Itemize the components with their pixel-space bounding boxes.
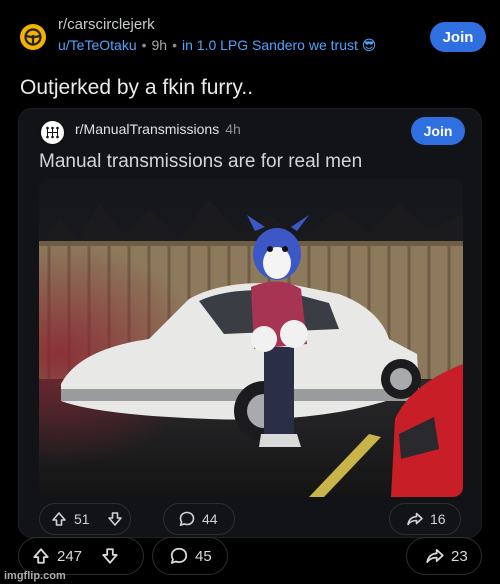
crosspost-card[interactable]: r/ManualTransmissions 4h Join Manual tran… — [18, 108, 482, 538]
post-title[interactable]: Outjerked by a fkin furry.. — [20, 76, 253, 100]
watermark: imgflip.com — [4, 570, 66, 582]
crosspost-actions: 51 44 16 — [39, 503, 461, 535]
steering-wheel-icon[interactable] — [20, 24, 46, 50]
crosspost-share-count: 16 — [430, 511, 446, 527]
meta-separator: • — [141, 37, 147, 53]
crosspost-time: 4h — [225, 121, 241, 137]
share-icon — [400, 510, 430, 528]
gear-shift-icon[interactable] — [39, 119, 66, 146]
crosspost-vote-count: 51 — [74, 511, 90, 527]
post-actions: 247 45 23 — [18, 537, 482, 575]
join-button[interactable]: Join — [430, 22, 486, 52]
user-flair[interactable]: in 1.0 LPG Sandero we trust 😎 — [182, 37, 376, 53]
comment-icon — [163, 546, 195, 566]
crosspost-title[interactable]: Manual transmissions are for real men — [39, 151, 362, 173]
comment-icon — [172, 510, 202, 528]
subreddit-name[interactable]: r/carscirclejerk — [58, 16, 155, 33]
vote-count: 247 — [57, 547, 83, 565]
share-icon — [419, 546, 451, 566]
post-meta: u/TeTeOtaku • 9h • in 1.0 LPG Sandero we tru… — [58, 37, 376, 54]
comments-button[interactable]: 45 — [152, 537, 228, 575]
crosspost-vote-pill: 51 — [39, 503, 131, 535]
crosspost-comments-button[interactable]: 44 — [163, 503, 235, 535]
share-count: 23 — [451, 547, 468, 565]
share-button[interactable]: 23 — [406, 537, 482, 575]
meta-separator: • — [172, 37, 177, 53]
upvote-icon[interactable] — [25, 547, 57, 565]
crosspost-subreddit-name[interactable]: r/ManualTransmissions — [75, 121, 219, 137]
downvote-icon[interactable] — [100, 511, 130, 527]
post-header: r/carscirclejerk u/TeTeOtaku • 9h • in 1.0 L… — [18, 14, 486, 58]
comment-count: 45 — [195, 547, 212, 565]
crosspost-join-button[interactable]: Join — [411, 117, 465, 145]
post-image[interactable] — [39, 179, 463, 497]
crosspost-subreddit[interactable]: r/ManualTransmissions 4h — [75, 121, 241, 137]
author-link[interactable]: u/TeTeOtaku — [58, 37, 137, 53]
downvote-icon[interactable] — [94, 547, 126, 565]
upvote-icon[interactable] — [44, 511, 74, 527]
crosspost-share-button[interactable]: 16 — [389, 503, 461, 535]
post-time: 9h — [151, 37, 168, 53]
crosspost-comment-count: 44 — [202, 511, 218, 527]
post-photo-illustration — [39, 179, 463, 497]
